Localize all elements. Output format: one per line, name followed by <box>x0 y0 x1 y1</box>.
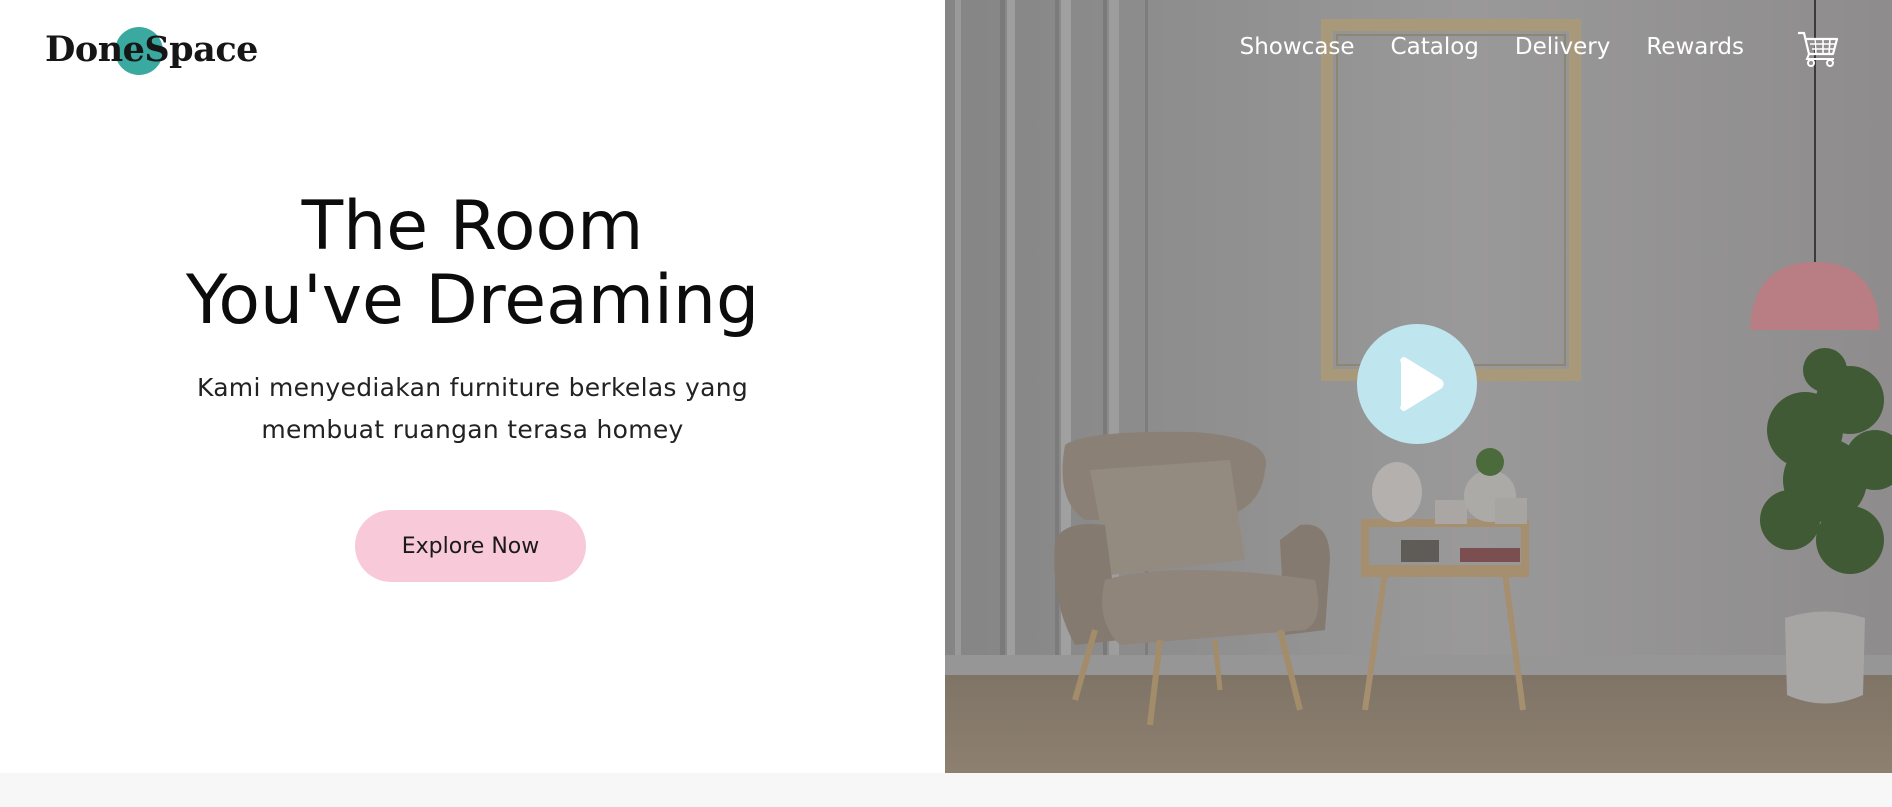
nav-showcase[interactable]: Showcase <box>1240 34 1355 60</box>
headline-line-1: The Room <box>301 187 644 266</box>
hero-section: DoneSpace The Room You've Dreaming Kami … <box>0 0 1892 773</box>
subtext-line-1: Kami menyediakan furniture berkelas yang <box>196 373 749 402</box>
brand-name: DoneSpace <box>45 29 258 70</box>
subtext-line-2: membuat ruangan terasa homey <box>261 415 684 444</box>
brand-logo[interactable]: DoneSpace <box>45 24 258 78</box>
hero-subtext: Kami menyediakan furniture berkelas yang… <box>0 367 945 451</box>
main-nav: Showcase Catalog Delivery Rewards <box>1240 34 1744 60</box>
hero-headline: The Room You've Dreaming <box>0 190 945 338</box>
nav-catalog[interactable]: Catalog <box>1391 34 1479 60</box>
explore-now-button[interactable]: Explore Now <box>355 510 586 582</box>
nav-rewards[interactable]: Rewards <box>1646 34 1744 60</box>
section-divider <box>0 773 1892 807</box>
cart-icon[interactable] <box>1797 30 1839 68</box>
play-video-button[interactable] <box>1357 324 1477 444</box>
play-icon <box>1400 357 1444 411</box>
headline-line-2: You've Dreaming <box>185 261 760 340</box>
nav-delivery[interactable]: Delivery <box>1515 34 1610 60</box>
